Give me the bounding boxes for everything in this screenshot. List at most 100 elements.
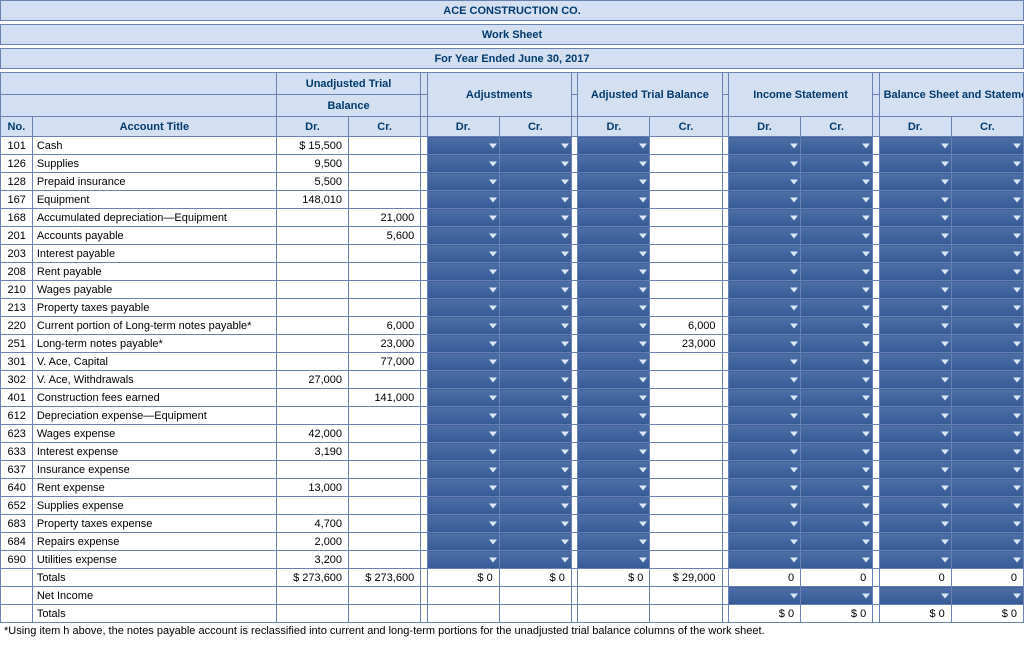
row-atb-dr-dropdown[interactable]	[578, 407, 650, 425]
row-is-dr-dropdown[interactable]	[728, 425, 800, 443]
row-is-cr-dropdown[interactable]	[801, 191, 873, 209]
row-adj-cr-dropdown[interactable]	[499, 389, 571, 407]
row-is-dr-dropdown[interactable]	[728, 209, 800, 227]
row-adj-cr-dropdown[interactable]	[499, 209, 571, 227]
row-adj-dr-dropdown[interactable]	[427, 551, 499, 569]
row-bs-cr-dropdown[interactable]	[951, 461, 1023, 479]
row-is-cr-dropdown[interactable]	[801, 335, 873, 353]
row-is-cr-dropdown[interactable]	[801, 425, 873, 443]
row-is-dr-dropdown[interactable]	[728, 173, 800, 191]
row-atb-dr-dropdown[interactable]	[578, 371, 650, 389]
netincome-is-dr-dropdown[interactable]	[728, 587, 800, 605]
row-atb-dr-dropdown[interactable]	[578, 263, 650, 281]
row-atb-dr-dropdown[interactable]	[578, 191, 650, 209]
row-adj-cr-dropdown[interactable]	[499, 263, 571, 281]
row-is-cr-dropdown[interactable]	[801, 245, 873, 263]
row-is-dr-dropdown[interactable]	[728, 533, 800, 551]
row-adj-cr-dropdown[interactable]	[499, 155, 571, 173]
row-adj-cr-dropdown[interactable]	[499, 317, 571, 335]
row-adj-dr-dropdown[interactable]	[427, 245, 499, 263]
row-atb-dr-dropdown[interactable]	[578, 443, 650, 461]
row-bs-cr-dropdown[interactable]	[951, 425, 1023, 443]
row-atb-dr-dropdown[interactable]	[578, 461, 650, 479]
row-bs-dr-dropdown[interactable]	[879, 551, 951, 569]
row-adj-cr-dropdown[interactable]	[499, 497, 571, 515]
row-atb-dr-dropdown[interactable]	[578, 335, 650, 353]
row-is-cr-dropdown[interactable]	[801, 227, 873, 245]
row-adj-dr-dropdown[interactable]	[427, 191, 499, 209]
row-adj-dr-dropdown[interactable]	[427, 209, 499, 227]
row-is-cr-dropdown[interactable]	[801, 533, 873, 551]
row-adj-cr-dropdown[interactable]	[499, 353, 571, 371]
row-adj-cr-dropdown[interactable]	[499, 515, 571, 533]
row-is-dr-dropdown[interactable]	[728, 191, 800, 209]
row-adj-dr-dropdown[interactable]	[427, 299, 499, 317]
row-bs-dr-dropdown[interactable]	[879, 227, 951, 245]
row-bs-cr-dropdown[interactable]	[951, 407, 1023, 425]
row-bs-dr-dropdown[interactable]	[879, 335, 951, 353]
row-bs-cr-dropdown[interactable]	[951, 353, 1023, 371]
row-bs-dr-dropdown[interactable]	[879, 515, 951, 533]
row-is-dr-dropdown[interactable]	[728, 461, 800, 479]
row-adj-dr-dropdown[interactable]	[427, 461, 499, 479]
row-adj-dr-dropdown[interactable]	[427, 497, 499, 515]
row-adj-cr-dropdown[interactable]	[499, 173, 571, 191]
row-adj-cr-dropdown[interactable]	[499, 191, 571, 209]
row-is-dr-dropdown[interactable]	[728, 137, 800, 155]
row-adj-cr-dropdown[interactable]	[499, 533, 571, 551]
row-adj-cr-dropdown[interactable]	[499, 407, 571, 425]
row-is-cr-dropdown[interactable]	[801, 209, 873, 227]
row-atb-dr-dropdown[interactable]	[578, 425, 650, 443]
row-is-dr-dropdown[interactable]	[728, 263, 800, 281]
row-atb-dr-dropdown[interactable]	[578, 281, 650, 299]
row-adj-dr-dropdown[interactable]	[427, 533, 499, 551]
row-adj-cr-dropdown[interactable]	[499, 461, 571, 479]
netincome-is-cr-dropdown[interactable]	[801, 587, 873, 605]
row-atb-dr-dropdown[interactable]	[578, 389, 650, 407]
row-is-dr-dropdown[interactable]	[728, 227, 800, 245]
row-adj-dr-dropdown[interactable]	[427, 263, 499, 281]
row-atb-dr-dropdown[interactable]	[578, 209, 650, 227]
row-is-cr-dropdown[interactable]	[801, 317, 873, 335]
row-is-cr-dropdown[interactable]	[801, 443, 873, 461]
row-bs-cr-dropdown[interactable]	[951, 515, 1023, 533]
row-bs-cr-dropdown[interactable]	[951, 173, 1023, 191]
row-adj-dr-dropdown[interactable]	[427, 173, 499, 191]
row-bs-cr-dropdown[interactable]	[951, 317, 1023, 335]
row-bs-dr-dropdown[interactable]	[879, 389, 951, 407]
row-bs-cr-dropdown[interactable]	[951, 245, 1023, 263]
row-is-cr-dropdown[interactable]	[801, 551, 873, 569]
netincome-bs-cr-dropdown[interactable]	[951, 587, 1023, 605]
row-atb-dr-dropdown[interactable]	[578, 299, 650, 317]
row-bs-cr-dropdown[interactable]	[951, 227, 1023, 245]
row-adj-cr-dropdown[interactable]	[499, 335, 571, 353]
row-atb-dr-dropdown[interactable]	[578, 479, 650, 497]
row-adj-dr-dropdown[interactable]	[427, 353, 499, 371]
row-bs-dr-dropdown[interactable]	[879, 407, 951, 425]
row-is-dr-dropdown[interactable]	[728, 245, 800, 263]
row-bs-dr-dropdown[interactable]	[879, 155, 951, 173]
row-adj-cr-dropdown[interactable]	[499, 551, 571, 569]
row-atb-dr-dropdown[interactable]	[578, 317, 650, 335]
row-bs-cr-dropdown[interactable]	[951, 299, 1023, 317]
row-bs-cr-dropdown[interactable]	[951, 533, 1023, 551]
row-adj-cr-dropdown[interactable]	[499, 479, 571, 497]
row-is-cr-dropdown[interactable]	[801, 497, 873, 515]
row-adj-dr-dropdown[interactable]	[427, 371, 499, 389]
row-atb-dr-dropdown[interactable]	[578, 155, 650, 173]
row-atb-dr-dropdown[interactable]	[578, 533, 650, 551]
row-is-dr-dropdown[interactable]	[728, 497, 800, 515]
row-is-cr-dropdown[interactable]	[801, 137, 873, 155]
row-bs-dr-dropdown[interactable]	[879, 443, 951, 461]
row-is-dr-dropdown[interactable]	[728, 371, 800, 389]
row-bs-dr-dropdown[interactable]	[879, 317, 951, 335]
row-is-dr-dropdown[interactable]	[728, 155, 800, 173]
row-is-cr-dropdown[interactable]	[801, 461, 873, 479]
row-is-dr-dropdown[interactable]	[728, 299, 800, 317]
row-bs-cr-dropdown[interactable]	[951, 191, 1023, 209]
row-bs-dr-dropdown[interactable]	[879, 173, 951, 191]
row-bs-dr-dropdown[interactable]	[879, 371, 951, 389]
row-adj-cr-dropdown[interactable]	[499, 137, 571, 155]
row-adj-dr-dropdown[interactable]	[427, 155, 499, 173]
row-adj-dr-dropdown[interactable]	[427, 335, 499, 353]
